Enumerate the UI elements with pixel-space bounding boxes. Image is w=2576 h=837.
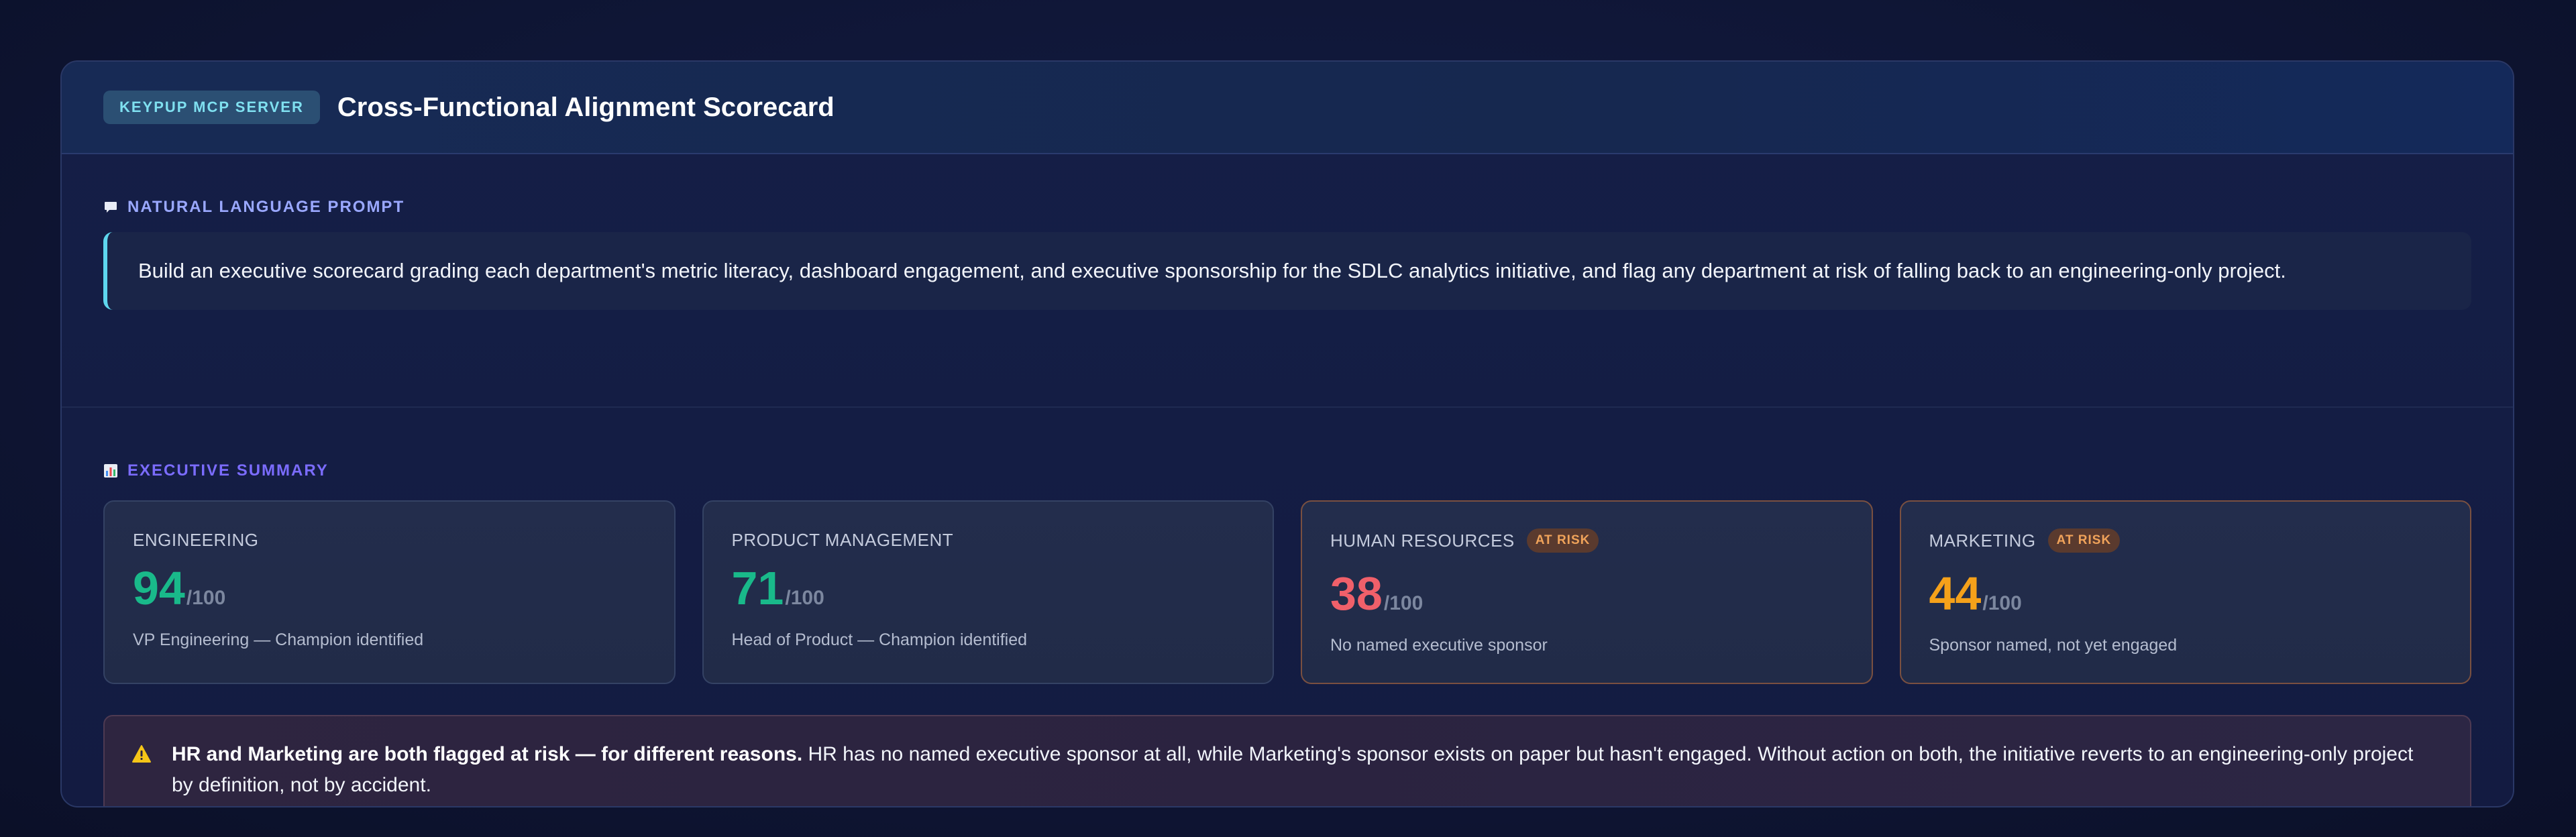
sponsor-status: Head of Product — Champion identified	[731, 630, 1028, 649]
department-cards: ENGINEERING 94 /100 VP Engineering — Cha…	[103, 500, 2471, 684]
scorecard-panel: KEYPUP MCP SERVER Cross-Functional Align…	[60, 60, 2514, 807]
prompt-text: Build an executive scorecard grading eac…	[138, 259, 2286, 282]
prompt-section-label: NATURAL LANGUAGE PROMPT	[103, 198, 405, 217]
prompt-section: NATURAL LANGUAGE PROMPT Build an executi…	[62, 154, 2513, 408]
risk-alert: HR and Marketing are both flagged at ris…	[103, 715, 2471, 806]
at-risk-badge: AT RISK	[2047, 528, 2121, 553]
card-header: ENGINEERING	[133, 530, 259, 551]
prompt-box: Build an executive scorecard grading eac…	[103, 232, 2471, 310]
server-badge: KEYPUP MCP SERVER	[103, 91, 320, 124]
score-row: 71 /100	[732, 565, 824, 612]
alert-headline: HR and Marketing are both flagged at ris…	[172, 743, 803, 765]
score-max: /100	[1982, 592, 2022, 614]
summary-section-label: EXECUTIVE SUMMARY	[103, 461, 329, 480]
at-risk-badge: AT RISK	[1526, 528, 1599, 553]
department-card-product-management: PRODUCT MANAGEMENT 71 /100 Head of Produ…	[702, 500, 1274, 684]
score-max: /100	[186, 587, 226, 609]
sponsor-status: Sponsor named, not yet engaged	[1929, 636, 2178, 655]
department-name: ENGINEERING	[133, 530, 259, 550]
sponsor-status: VP Engineering — Champion identified	[133, 630, 424, 649]
bar-chart-icon	[104, 464, 117, 478]
panel-header: KEYPUP MCP SERVER Cross-Functional Align…	[62, 62, 2513, 154]
score-max: /100	[1383, 592, 1424, 614]
page-title: Cross-Functional Alignment Scorecard	[337, 92, 835, 122]
card-header: MARKETING AT RISK	[1929, 528, 2121, 553]
speech-bubble-icon	[105, 202, 117, 213]
warning-icon	[132, 745, 151, 763]
score-value: 94	[133, 562, 185, 614]
card-header: HUMAN RESOURCES AT RISK	[1330, 528, 1599, 553]
summary-label-text: EXECUTIVE SUMMARY	[127, 461, 329, 480]
sponsor-status: No named executive sponsor	[1330, 636, 1548, 655]
department-card-human-resources: HUMAN RESOURCES AT RISK 38 /100 No named…	[1301, 500, 1873, 684]
department-card-marketing: MARKETING AT RISK 44 /100 Sponsor named,…	[1899, 500, 2471, 684]
department-name: HUMAN RESOURCES	[1330, 530, 1515, 551]
department-card-engineering: ENGINEERING 94 /100 VP Engineering — Cha…	[103, 500, 676, 684]
department-name: PRODUCT MANAGEMENT	[731, 530, 954, 550]
score-value: 44	[1929, 567, 1982, 620]
prompt-label-text: NATURAL LANGUAGE PROMPT	[127, 198, 405, 216]
score-row: 94 /100	[133, 565, 225, 612]
score-max: /100	[785, 587, 824, 609]
score-value: 38	[1330, 567, 1383, 620]
card-header: PRODUCT MANAGEMENT	[732, 530, 954, 551]
score-row: 38 /100	[1330, 570, 1423, 617]
score-value: 71	[731, 562, 784, 614]
score-row: 44 /100	[1929, 570, 2022, 617]
department-name: MARKETING	[1929, 530, 2036, 551]
summary-section: EXECUTIVE SUMMARY ENGINEERING 94 /100 VP…	[62, 408, 2513, 806]
